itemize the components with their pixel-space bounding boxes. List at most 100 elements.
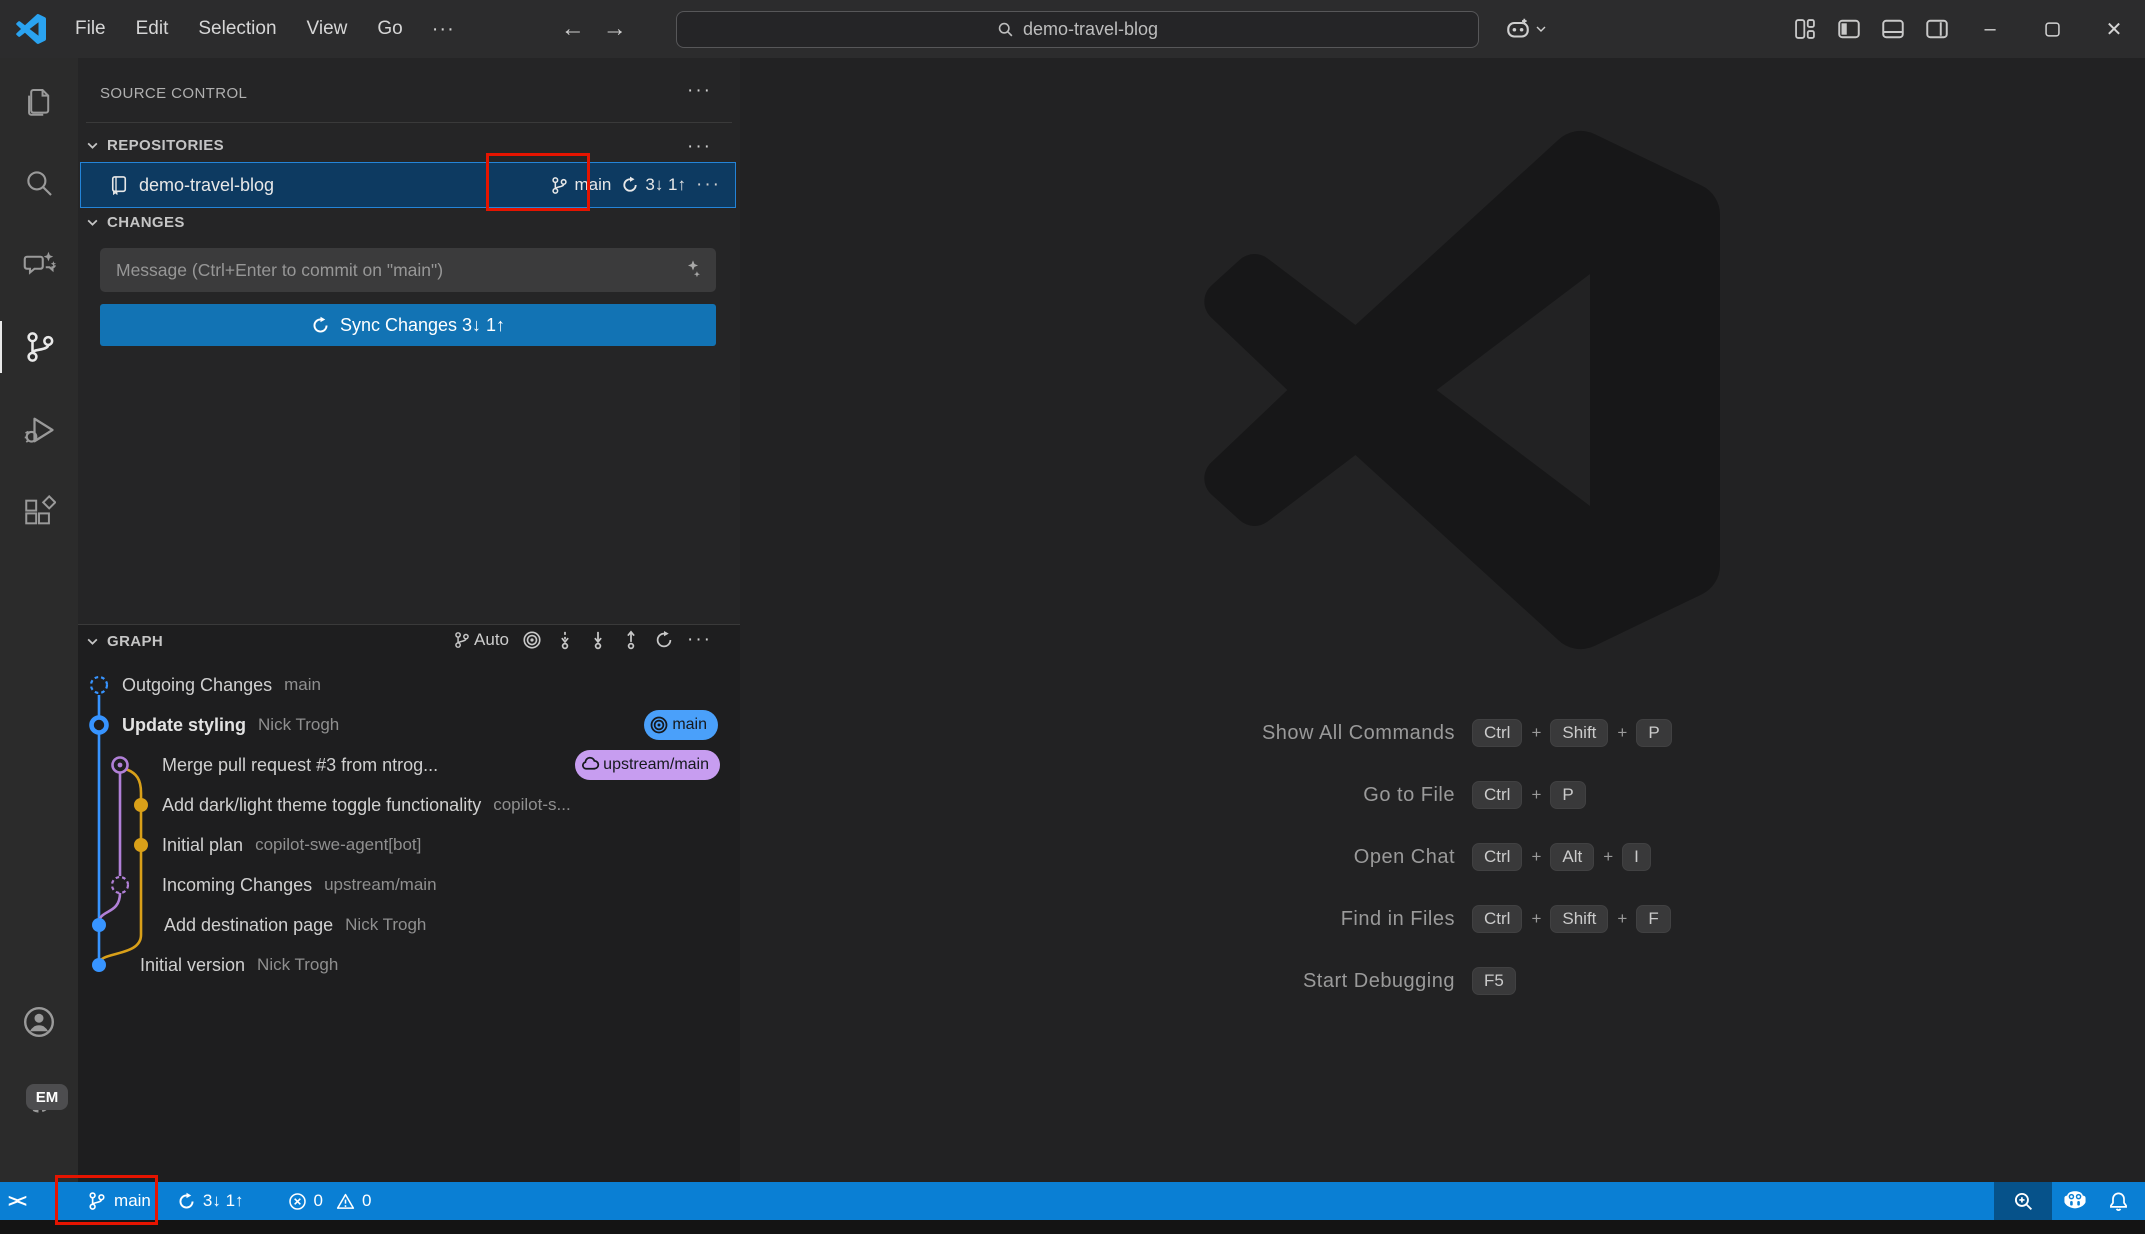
- command-center-search[interactable]: demo-travel-blog: [676, 11, 1479, 48]
- activity-search-button[interactable]: [0, 157, 78, 209]
- branch-badge-main[interactable]: main: [644, 710, 718, 740]
- keycap: Ctrl: [1472, 905, 1522, 933]
- explorer-files-icon: [22, 85, 56, 119]
- search-icon: [997, 21, 1014, 38]
- panel-bottom-icon: [1881, 17, 1905, 41]
- source-control-more-actions-icon[interactable]: ···: [687, 80, 712, 102]
- graph-more-actions-icon[interactable]: ···: [687, 629, 712, 651]
- repositories-header-label: REPOSITORIES: [107, 137, 224, 154]
- cloud-icon: [580, 755, 600, 775]
- toggle-secondary-sidebar-button[interactable]: [1915, 0, 1959, 58]
- activity-extensions-button[interactable]: [0, 486, 78, 538]
- repository-more-actions-icon[interactable]: ···: [696, 174, 721, 196]
- activity-run-debug-button[interactable]: [0, 404, 78, 456]
- nav-forward-icon[interactable]: →: [603, 15, 627, 43]
- search-icon: [22, 166, 56, 200]
- graph-row-merge-pull-request[interactable]: Merge pull request #3 from ntrog... upst…: [78, 745, 740, 785]
- minimize-button[interactable]: –: [1959, 0, 2021, 58]
- vscode-watermark-logo: [1200, 130, 1720, 650]
- plus-separator: +: [1617, 723, 1627, 743]
- menu-overflow-ellipsis-icon[interactable]: ···: [418, 18, 469, 41]
- keycap: Ctrl: [1472, 719, 1522, 747]
- activity-chat-button[interactable]: [0, 239, 78, 291]
- statusbar-branch-button[interactable]: main: [77, 1182, 161, 1220]
- keycap: F5: [1472, 967, 1516, 995]
- graph-row-update-styling[interactable]: Update styling Nick Trogh main: [78, 705, 740, 745]
- shortcut-label: Go to File: [995, 764, 1455, 826]
- graph-row-initial-plan[interactable]: Initial plan copilot-swe-agent[bot]: [78, 825, 740, 865]
- commit-title: Add destination page: [164, 915, 333, 936]
- commit-author: Nick Trogh: [345, 915, 426, 935]
- graph-row-outgoing-changes[interactable]: Outgoing Changes main: [78, 665, 740, 705]
- plus-separator: +: [1531, 847, 1541, 867]
- run-debug-icon: [21, 412, 57, 448]
- sync-icon: [177, 1192, 196, 1211]
- settings-profile-badge: EM: [26, 1084, 68, 1110]
- commit-author: Nick Trogh: [257, 955, 338, 975]
- pull-icon[interactable]: [588, 630, 608, 650]
- problems-button[interactable]: 0 0: [278, 1182, 382, 1220]
- extensions-icon: [22, 495, 56, 529]
- commit-author: copilot-s...: [493, 795, 570, 815]
- menu-go[interactable]: Go: [362, 0, 417, 58]
- refresh-icon[interactable]: [654, 630, 674, 650]
- graph-row-theme-toggle[interactable]: Add dark/light theme toggle functionalit…: [78, 785, 740, 825]
- accounts-button[interactable]: [0, 996, 78, 1048]
- zoom-indicator-button[interactable]: [1994, 1182, 2052, 1220]
- keycap: Shift: [1550, 719, 1608, 747]
- customize-layout-button[interactable]: [1783, 0, 1827, 58]
- repo-sync-button[interactable]: 3↓ 1↑: [621, 175, 686, 195]
- copilot-menu-button[interactable]: [1506, 13, 1547, 45]
- sync-changes-button[interactable]: Sync Changes 3↓ 1↑: [100, 304, 716, 346]
- repositories-more-actions-icon[interactable]: ···: [687, 136, 712, 158]
- graph-row-add-destination-page[interactable]: Add destination page Nick Trogh: [78, 905, 740, 945]
- graph-section-header[interactable]: GRAPH: [86, 633, 163, 650]
- keycap: P: [1550, 781, 1585, 809]
- statusbar-sync-counts: 3↓ 1↑: [203, 1191, 244, 1211]
- toggle-panel-button[interactable]: [1871, 0, 1915, 58]
- plus-separator: +: [1531, 785, 1541, 805]
- sidebar-title: SOURCE CONTROL: [100, 78, 247, 108]
- title-bar: File Edit Selection View Go ··· ← → demo…: [0, 0, 2145, 58]
- repository-row[interactable]: demo-travel-blog main 3↓: [80, 162, 736, 208]
- menu-view[interactable]: View: [292, 0, 363, 58]
- nav-back-icon[interactable]: ←: [561, 15, 585, 43]
- graph-row-incoming-changes[interactable]: Incoming Changes upstream/main: [78, 865, 740, 905]
- toggle-primary-sidebar-button[interactable]: [1827, 0, 1871, 58]
- menu-edit[interactable]: Edit: [121, 0, 184, 58]
- menu-selection[interactable]: Selection: [183, 0, 291, 58]
- git-branch-icon: [550, 176, 569, 195]
- copilot-status-button[interactable]: [2052, 1182, 2098, 1220]
- menu-file[interactable]: File: [60, 0, 121, 58]
- graph-repo-picker-button[interactable]: Auto: [453, 630, 509, 650]
- generate-commit-message-sparkle-icon[interactable]: [678, 258, 702, 282]
- commit-ref: main: [284, 675, 321, 695]
- commit-message-input[interactable]: [100, 248, 716, 292]
- sync-icon: [621, 176, 639, 194]
- repositories-section-header[interactable]: REPOSITORIES: [86, 122, 732, 154]
- graph-target-icon[interactable]: [522, 630, 542, 650]
- activity-source-control-button[interactable]: [0, 321, 78, 373]
- statusbar-sync-button[interactable]: 3↓ 1↑: [167, 1182, 254, 1220]
- push-icon[interactable]: [621, 630, 641, 650]
- chevron-down-icon: [86, 139, 99, 152]
- branch-badge-upstream-main[interactable]: upstream/main: [575, 750, 720, 780]
- notifications-bell-button[interactable]: [2098, 1182, 2145, 1220]
- window-bottom-edge: [0, 1220, 2145, 1234]
- vscode-window: File Edit Selection View Go ··· ← → demo…: [0, 0, 2145, 1234]
- activity-explorer-button[interactable]: [0, 76, 78, 128]
- changes-section-header[interactable]: CHANGES: [86, 214, 185, 231]
- keycap: Ctrl: [1472, 781, 1522, 809]
- commit-author: copilot-swe-agent[bot]: [255, 835, 421, 855]
- sidebar-left-icon: [1837, 17, 1861, 41]
- close-window-button[interactable]: ✕: [2083, 0, 2145, 58]
- checkout-branch-button[interactable]: main: [550, 175, 612, 195]
- shortcut-label: Show All Commands: [995, 702, 1455, 764]
- maximize-button[interactable]: [2021, 0, 2083, 58]
- graph-row-initial-version[interactable]: Initial version Nick Trogh: [78, 945, 740, 985]
- chevron-down-icon: [86, 216, 99, 229]
- fetch-icon[interactable]: [555, 630, 575, 650]
- repo-icon: [109, 175, 129, 195]
- remote-indicator-button[interactable]: ><: [0, 1182, 39, 1220]
- keycap: Shift: [1550, 905, 1608, 933]
